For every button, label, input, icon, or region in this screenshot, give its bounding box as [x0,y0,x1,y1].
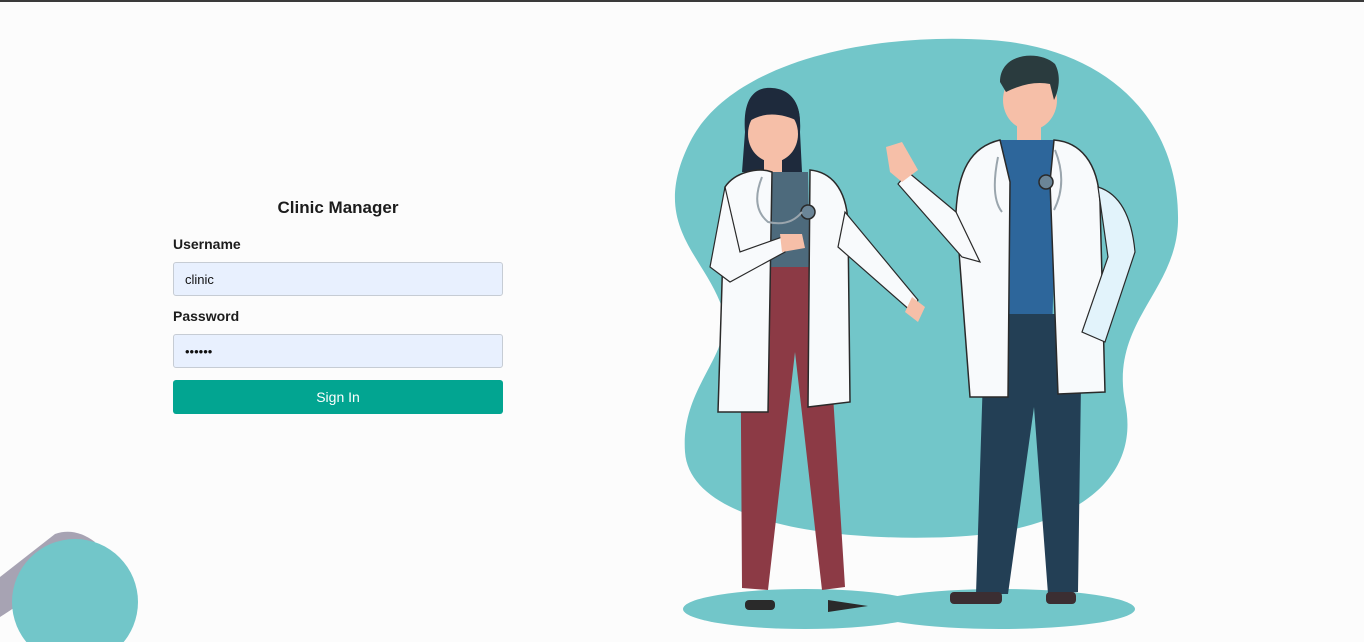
password-input[interactable] [173,334,503,368]
doctors-illustration [674,38,1179,629]
sign-in-button[interactable]: Sign In [173,380,503,414]
username-label: Username [173,236,241,252]
corner-decoration [0,531,138,642]
login-form: Clinic Manager Username Password Sign In [173,198,503,414]
app-title: Clinic Manager [277,198,399,217]
password-label: Password [173,308,240,324]
username-input[interactable] [173,262,503,296]
